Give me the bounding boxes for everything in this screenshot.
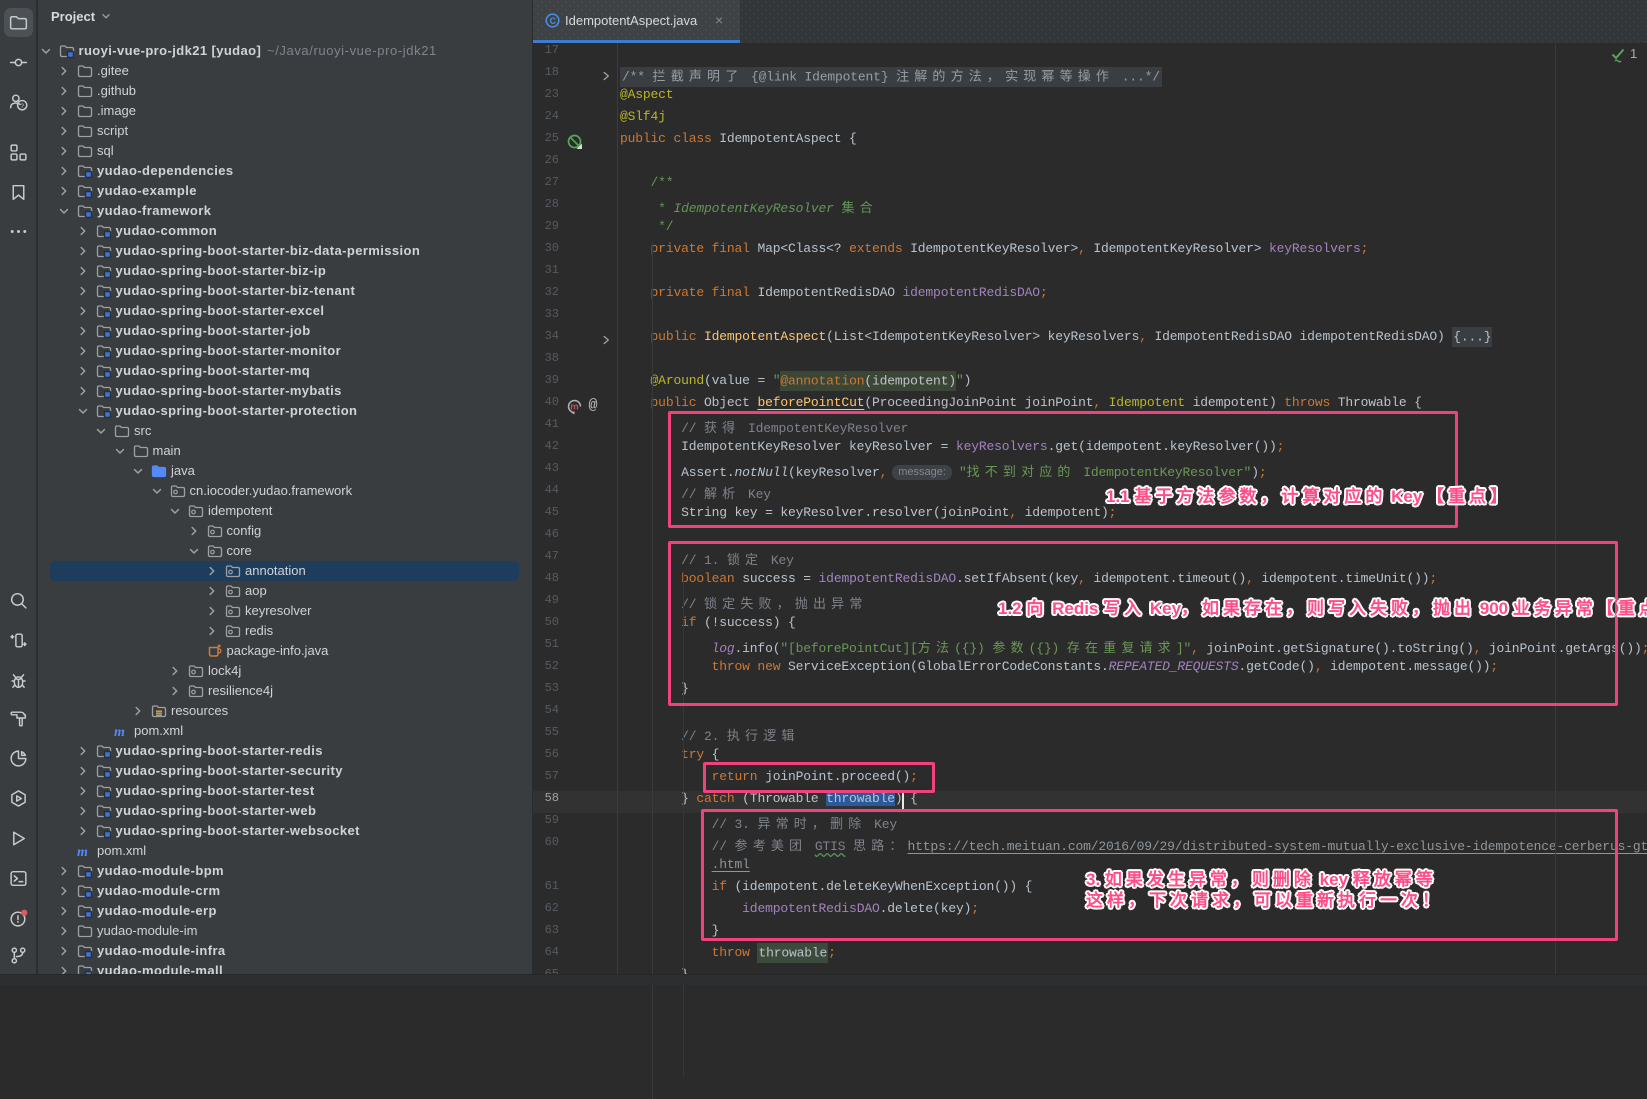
svg-text:?: ?	[20, 103, 24, 110]
svg-text:m: m	[570, 402, 578, 413]
